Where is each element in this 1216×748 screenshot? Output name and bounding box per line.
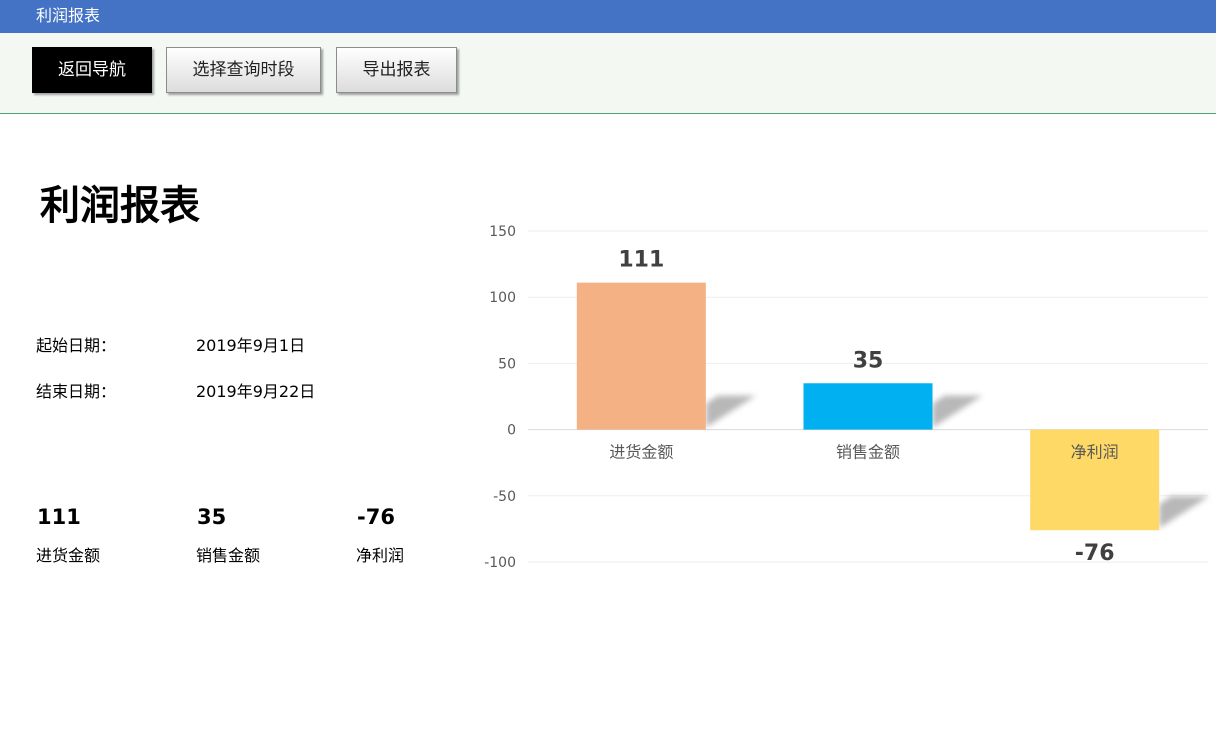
y-tick-label: 50 xyxy=(498,356,516,372)
start-date-label: 起始日期： xyxy=(36,336,117,355)
sales-amount-label: 销售金额 xyxy=(196,546,261,565)
end-date-label: 结束日期： xyxy=(36,382,117,401)
bar xyxy=(576,282,706,430)
back-to-nav-button[interactable]: 返回导航 xyxy=(32,47,152,93)
window-title-bar: 利润报表 xyxy=(0,0,1216,33)
y-tick-label: -100 xyxy=(484,555,516,571)
end-date-value: 2019年9月22日 xyxy=(196,382,316,401)
profit-bar-chart: 150 100 50 0 -50 -100 111 进货金额 35 销售金额 -76 净利润 xyxy=(484,224,1210,571)
bar xyxy=(803,383,933,430)
category-label: 销售金额 xyxy=(836,443,900,462)
bar-shadow xyxy=(1159,496,1210,529)
bar-shadow xyxy=(705,395,756,428)
data-label: 111 xyxy=(618,248,664,273)
export-report-button[interactable]: 导出报表 xyxy=(336,47,457,93)
window-title: 利润报表 xyxy=(36,6,101,25)
y-tick-label: 0 xyxy=(507,423,516,439)
select-period-button[interactable]: 选择查询时段 xyxy=(166,47,321,93)
data-label: -76 xyxy=(1075,541,1115,566)
y-tick-label: -50 xyxy=(493,489,516,505)
data-label: 35 xyxy=(853,348,884,373)
page-title: 利润报表 xyxy=(40,183,200,229)
sales-amount-value: 35 xyxy=(197,505,227,529)
net-profit-label: 净利润 xyxy=(356,546,405,565)
y-tick-label: 100 xyxy=(489,290,516,306)
bar-shadow xyxy=(932,395,983,428)
y-tick-label: 150 xyxy=(489,224,516,240)
start-date-value: 2019年9月1日 xyxy=(196,336,306,355)
category-label: 净利润 xyxy=(1071,443,1119,462)
purchase-amount-label: 进货金额 xyxy=(36,546,101,565)
purchase-amount-value: 111 xyxy=(37,505,81,529)
toolbar: 返回导航 选择查询时段 导出报表 xyxy=(0,33,1216,114)
net-profit-value: -76 xyxy=(357,505,395,529)
category-label: 进货金额 xyxy=(609,443,673,462)
